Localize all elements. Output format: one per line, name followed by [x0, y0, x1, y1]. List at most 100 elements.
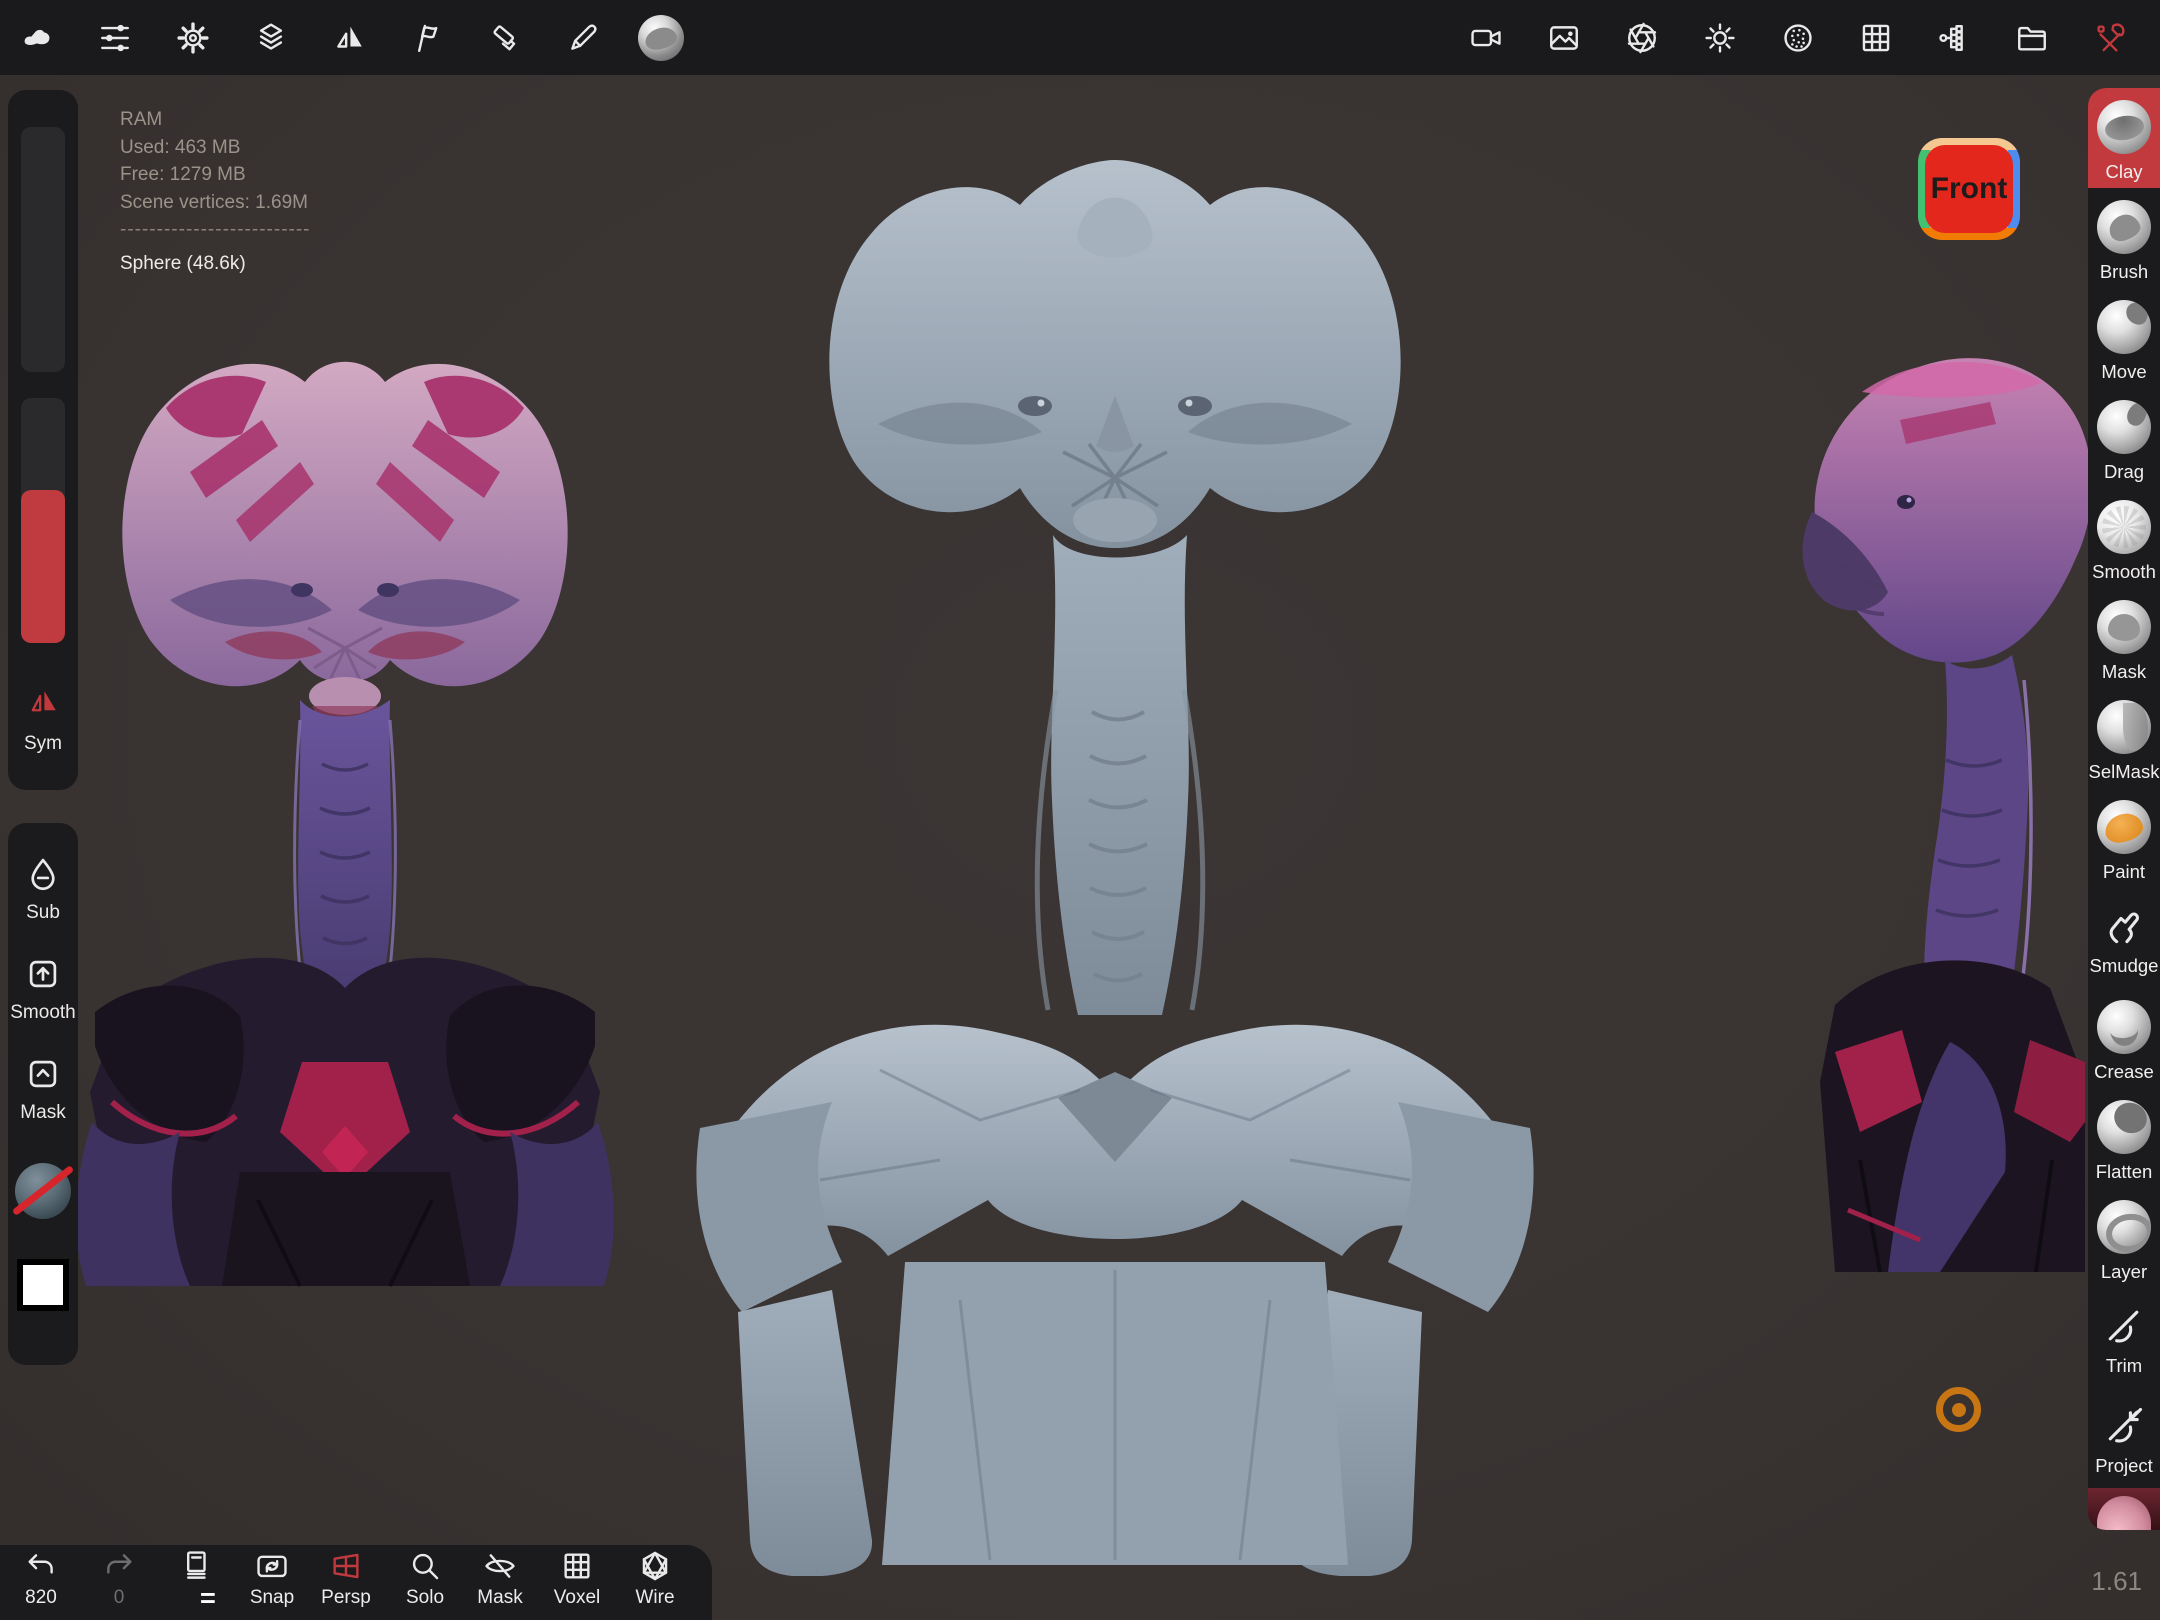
tool-smudge[interactable]: Smudge [2088, 888, 2160, 988]
drag-sphere-icon [2097, 400, 2151, 454]
toggle-label: Snap [239, 1587, 305, 1609]
tool-flatten[interactable]: Flatten [2088, 1088, 2160, 1188]
clay-logo-icon[interactable] [14, 15, 59, 60]
symmetry-label: Sym [8, 733, 78, 755]
persp-window-icon [329, 1549, 363, 1583]
partial-sphere-icon [2097, 1496, 2151, 1530]
tool-label: Flatten [2096, 1161, 2153, 1183]
color-swatch[interactable] [17, 1259, 69, 1311]
selmask-sphere-icon [2097, 700, 2151, 754]
symmetry-icon [24, 684, 62, 718]
move-sphere-icon [2097, 300, 2151, 354]
tool-smooth[interactable]: Smooth [2088, 488, 2160, 588]
top-toolbar-right [1463, 15, 2160, 60]
voxel-toggle[interactable]: Voxel [544, 1549, 610, 1609]
folder-icon[interactable] [2009, 15, 2054, 60]
tools-wrench-icon[interactable] [2087, 15, 2132, 60]
scene-stats: RAM Used: 463 MB Free: 1279 MB Scene ver… [120, 106, 311, 277]
solo-toggle[interactable]: Solo [392, 1549, 458, 1609]
grid-icon[interactable] [1853, 15, 1898, 60]
stats-free: Free: 1279 MB [120, 161, 311, 189]
snap-toggle[interactable]: Snap [239, 1549, 305, 1609]
tool-layer[interactable]: Layer [2088, 1188, 2160, 1288]
snap-camera-icon [255, 1549, 289, 1583]
mask-sphere-icon [2097, 600, 2151, 654]
sculpt-right-reference [1803, 358, 2092, 1272]
tool-selmask[interactable]: SelMask [2088, 688, 2160, 788]
mask-view-toggle[interactable]: Mask [467, 1549, 533, 1609]
video-camera-icon[interactable] [1463, 15, 1508, 60]
layers-icon[interactable] [248, 15, 293, 60]
tool-label: Drag [2104, 461, 2144, 483]
history-button[interactable] [163, 1549, 229, 1588]
toggle-label: Voxel [544, 1587, 610, 1609]
sliders-icon[interactable] [92, 15, 137, 60]
crease-sphere-icon [2097, 1000, 2151, 1054]
tool-project[interactable]: Project [2088, 1388, 2160, 1488]
material-preview-disabled[interactable] [15, 1163, 71, 1219]
redo-count: 0 [86, 1587, 152, 1609]
smooth-button[interactable]: Smooth [8, 955, 78, 1024]
tool-label: Clay [2105, 161, 2142, 183]
tool-paint[interactable]: Paint [2088, 788, 2160, 888]
trim-knife-icon [2102, 1304, 2146, 1348]
tool-drag[interactable]: Drag [2088, 388, 2160, 488]
paint-sphere-icon [2097, 800, 2151, 854]
tool-label: Smooth [2092, 561, 2156, 583]
paint-roller-icon[interactable] [482, 15, 527, 60]
top-toolbar [0, 0, 2160, 75]
redo-icon [102, 1549, 136, 1583]
tool-label: Crease [2094, 1061, 2154, 1083]
symmetry-toggle[interactable]: Sym [8, 684, 78, 755]
matcap-sphere-button[interactable] [638, 15, 684, 61]
tool-move[interactable]: Move [2088, 288, 2160, 388]
scene-graph-icon[interactable] [1931, 15, 1976, 60]
sub-button[interactable]: Sub [8, 855, 78, 924]
tool-brush[interactable]: Brush [2088, 188, 2160, 288]
sun-icon[interactable] [1697, 15, 1742, 60]
tool-label: Brush [2100, 261, 2148, 283]
toggle-label: Persp [313, 1587, 379, 1609]
voxel-grid-icon [560, 1549, 594, 1583]
history-marker: = [200, 1583, 216, 1614]
sculpt-left-reference [76, 362, 614, 1286]
layer-sphere-icon [2097, 1200, 2151, 1254]
sub-label: Sub [26, 902, 60, 924]
view-cube[interactable]: Front [1918, 138, 2020, 240]
mask-label: Mask [20, 1102, 65, 1124]
flatten-sphere-icon [2097, 1100, 2151, 1154]
pen-icon[interactable] [560, 15, 605, 60]
viewport-canvas[interactable] [0, 0, 2160, 1620]
mirror-icon[interactable] [326, 15, 371, 60]
tool-clay[interactable]: Clay [2088, 88, 2160, 188]
tool-label: SelMask [2089, 761, 2160, 783]
persp-toggle[interactable]: Persp [313, 1549, 379, 1609]
smooth-sphere-icon [2097, 500, 2151, 554]
gear-icon[interactable] [170, 15, 215, 60]
undo-icon [24, 1549, 58, 1583]
aperture-icon[interactable] [1619, 15, 1664, 60]
clay-sphere-icon [2097, 100, 2151, 154]
sculpt-center-clay [696, 160, 1533, 1576]
tool-mask[interactable]: Mask [2088, 588, 2160, 688]
tool-label: Trim [2106, 1355, 2142, 1377]
radius-slider[interactable] [21, 127, 65, 372]
tool-trim[interactable]: Trim [2088, 1288, 2160, 1388]
undo-button[interactable]: 820 [8, 1549, 74, 1609]
image-icon[interactable] [1541, 15, 1586, 60]
selected-object: Sphere (48.6k) [120, 250, 311, 278]
tool-label: Paint [2103, 861, 2145, 883]
history-book-icon [179, 1549, 213, 1583]
view-cube-front-face[interactable]: Front [1925, 145, 2013, 233]
strength-slider[interactable] [21, 398, 65, 643]
app-window: RAM Used: 463 MB Free: 1279 MB Scene ver… [0, 0, 2160, 1620]
tool-crease[interactable]: Crease [2088, 988, 2160, 1088]
redo-button[interactable]: 0 [86, 1549, 152, 1609]
tool-next-partial[interactable] [2088, 1488, 2160, 1530]
mask-button[interactable]: Mask [8, 1055, 78, 1124]
flag-icon[interactable] [404, 15, 449, 60]
sub-drop-icon [24, 855, 62, 893]
wire-toggle[interactable]: Wire [622, 1549, 688, 1609]
bottom-toolbar: 820 0 = Snap Persp Solo Mask Voxel [0, 1545, 712, 1620]
environment-sphere-icon[interactable] [1775, 15, 1820, 60]
